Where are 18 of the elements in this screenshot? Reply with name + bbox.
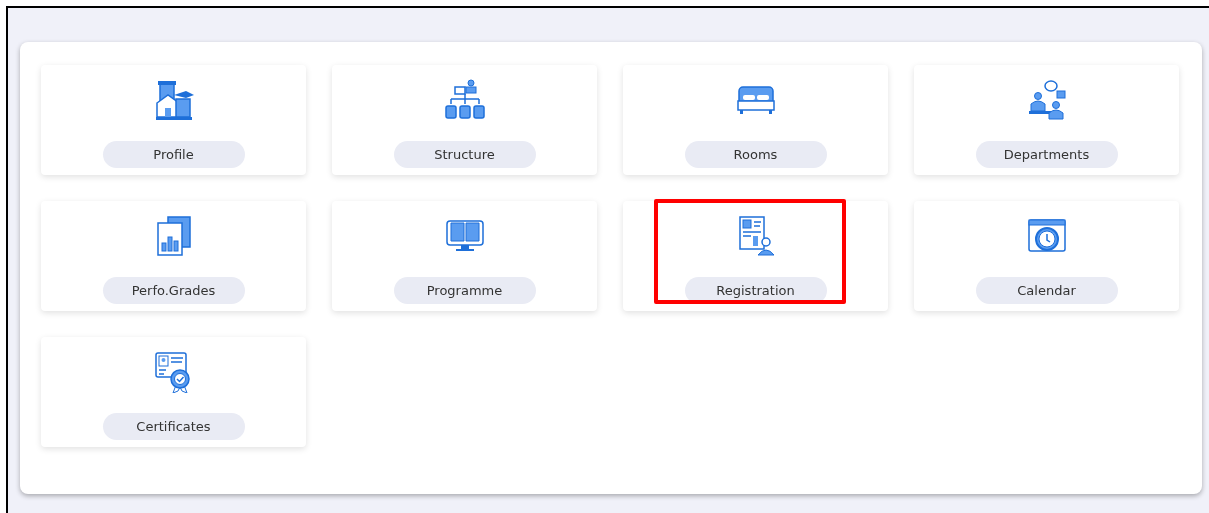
tile-card[interactable]: Profile — [41, 65, 306, 175]
tile-button[interactable]: Perfo.Grades — [102, 277, 245, 304]
tile-button[interactable]: Departments — [975, 141, 1118, 168]
tile-card[interactable]: Rooms — [623, 65, 888, 175]
tile-button[interactable]: Structure — [393, 141, 536, 168]
tile-button[interactable]: Rooms — [684, 141, 827, 168]
tile-card[interactable]: Calendar — [914, 201, 1179, 311]
tile-card[interactable]: Registration — [623, 201, 888, 311]
tile-card[interactable]: Structure — [332, 65, 597, 175]
tile-button[interactable]: Programme — [393, 277, 536, 304]
org-chart-icon — [443, 79, 486, 121]
tile-card[interactable]: Departments — [914, 65, 1179, 175]
tile-button[interactable]: Profile — [102, 141, 245, 168]
tile-button[interactable]: Calendar — [975, 277, 1118, 304]
tile-card[interactable]: Perfo.Grades — [41, 201, 306, 311]
tile-button[interactable]: Certificates — [102, 413, 245, 440]
tile-card[interactable]: Programme — [332, 201, 597, 311]
tile-card[interactable]: Certificates — [41, 337, 306, 447]
